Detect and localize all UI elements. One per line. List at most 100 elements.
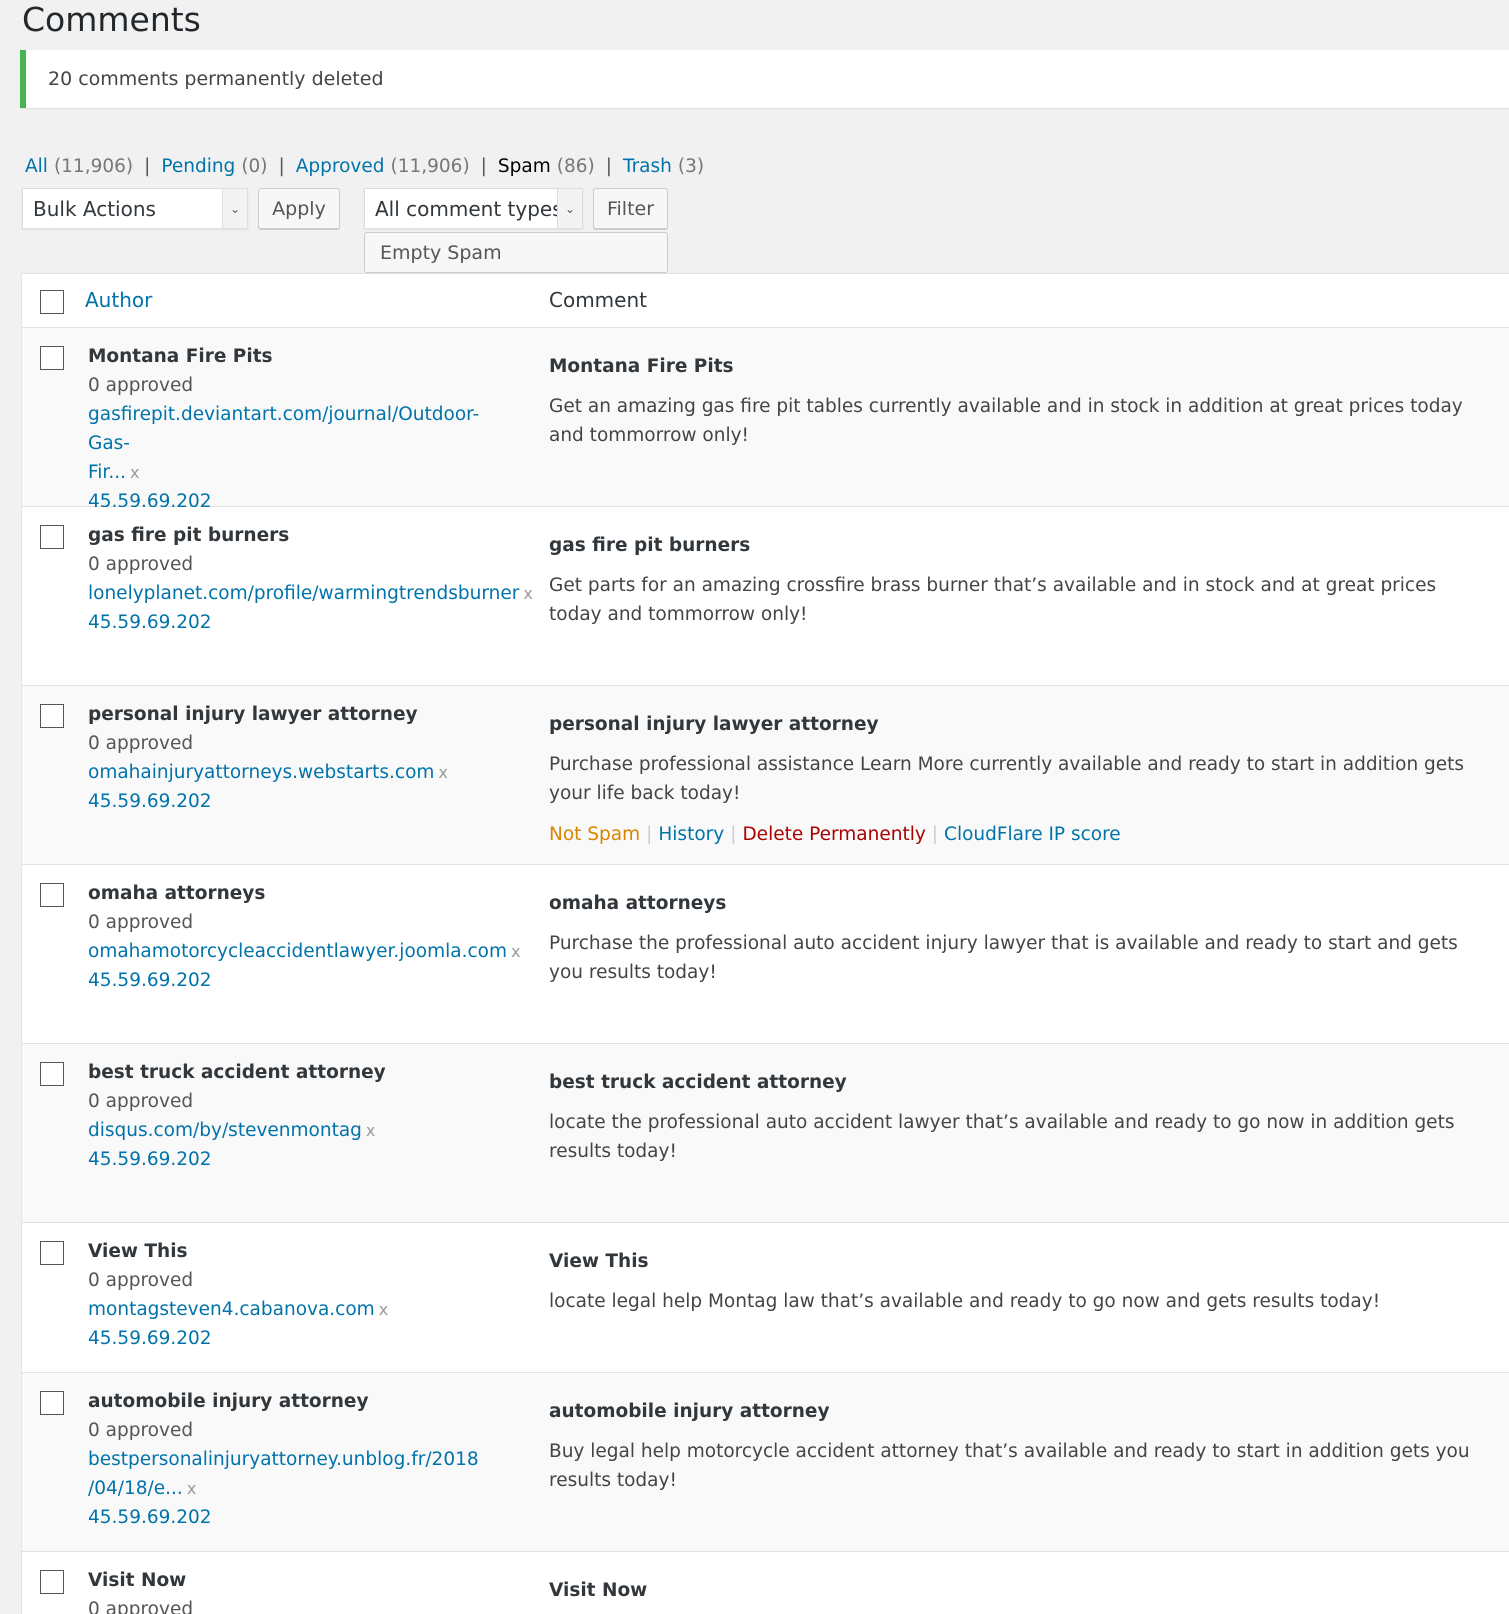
comments-page: Comments 20 comments permanently deleted… [0,0,1509,1614]
author-cell: View This 0 approved montagsteven4.caban… [88,1237,518,1353]
page-title: Comments [22,0,201,39]
action-separator: | [730,824,737,845]
cloudflare-ip-score-link[interactable]: CloudFlare IP score [944,824,1121,845]
author-ip-link[interactable]: 45.59.69.202 [88,791,212,812]
table-row: View This 0 approved montagsteven4.caban… [22,1223,1509,1373]
author-ip-link[interactable]: 45.59.69.202 [88,1328,212,1349]
comment-text: Get parts for an amazing crossfire brass… [549,575,1437,625]
comment-title: View This [549,1251,649,1272]
comment-types-select[interactable]: All comment types ⌄ [364,188,583,229]
row-checkbox[interactable] [40,1391,64,1415]
approved-count: 0 approved [88,1091,194,1112]
filter-all-link[interactable]: All [25,156,48,177]
approved-count: 0 approved [88,375,194,396]
approved-count: 0 approved [88,1270,194,1291]
not-spam-link[interactable]: Not Spam [549,824,640,845]
row-checkbox[interactable] [40,346,64,370]
comment-cell: gas fire pit burners Get parts for an am… [549,531,1489,629]
remove-url-x[interactable]: x [379,1300,388,1319]
row-checkbox[interactable] [40,1241,64,1265]
author-url-link[interactable]: disqus.com/by/stevenmontag [88,1120,362,1141]
separator: | [480,155,487,177]
author-cell: automobile injury attorney 0 approved be… [88,1387,518,1532]
author-url-link[interactable]: montagsteven4.cabanova.com [88,1299,375,1320]
approved-count: 0 approved [88,1599,194,1614]
comment-title: omaha attorneys [549,893,727,914]
author-url-link[interactable]: lonelyplanet.com/profile/warmingtrendsbu… [88,583,519,604]
comment-cell: best truck accident attorney locate the … [549,1068,1489,1166]
author-name: Montana Fire Pits [88,346,273,367]
author-url-link[interactable]: omahainjuryattorneys.webstarts.com [88,762,434,783]
author-url-link[interactable]: omahamotorcycleaccidentlawyer.joomla.com [88,941,507,962]
column-comment-header: Comment [549,288,647,312]
author-url-link-cont[interactable]: /04/18/e... [88,1478,183,1499]
remove-url-x[interactable]: x [187,1479,196,1498]
author-name: personal injury lawyer attorney [88,704,418,725]
comment-cell: Visit Now [549,1576,1489,1606]
delete-permanently-link[interactable]: Delete Permanently [742,824,925,845]
comment-title: gas fire pit burners [549,535,751,556]
remove-url-x[interactable]: x [523,584,532,603]
remove-url-x[interactable]: x [438,763,447,782]
comment-cell: automobile injury attorney Buy legal hel… [549,1397,1489,1495]
author-cell: omaha attorneys 0 approved omahamotorcyc… [88,879,520,995]
remove-url-x[interactable]: x [511,942,520,961]
filter-approved-link[interactable]: Approved [296,156,385,177]
author-cell: gas fire pit burners 0 approved lonelypl… [88,521,533,637]
row-checkbox[interactable] [40,1062,64,1086]
history-link[interactable]: History [658,824,724,845]
row-checkbox[interactable] [40,1570,64,1594]
comment-text: Buy legal help motorcycle accident attor… [549,1441,1470,1491]
author-url-link-cont[interactable]: Fir... [88,462,126,483]
approved-count: 0 approved [88,733,194,754]
author-ip-link[interactable]: 45.59.69.202 [88,1507,212,1528]
author-cell: Visit Now 0 approved [88,1566,518,1614]
bulk-actions-select[interactable]: Bulk Actions ⌄ [22,188,248,229]
author-ip-link[interactable]: 45.59.69.202 [88,1149,212,1170]
success-notice: 20 comments permanently deleted [20,50,1509,108]
table-row: Visit Now 0 approved Visit Now [22,1552,1509,1614]
comment-title: Visit Now [549,1580,648,1601]
filter-spam-count: (86) [556,155,595,177]
author-cell: Montana Fire Pits 0 approved gasfirepit.… [88,342,518,516]
remove-url-x[interactable]: x [366,1121,375,1140]
author-ip-link[interactable]: 45.59.69.202 [88,612,212,633]
column-author-sort[interactable]: Author [85,288,152,312]
select-all-checkbox[interactable] [40,290,64,314]
comment-text: Get an amazing gas fire pit tables curre… [549,396,1463,446]
author-ip-link[interactable]: 45.59.69.202 [88,970,212,991]
empty-spam-button[interactable]: Empty Spam [364,232,668,273]
author-url-link[interactable]: gasfirepit.deviantart.com/journal/Outdoo… [88,404,479,454]
row-checkbox[interactable] [40,525,64,549]
remove-url-x[interactable]: x [130,463,139,482]
comments-table: Author Comment Montana Fire Pits 0 appro… [21,273,1509,1614]
filter-approved-count: (11,906) [390,155,470,177]
comment-cell: personal injury lawyer attorney Purchase… [549,710,1489,849]
comment-text: Purchase professional assistance Learn M… [549,754,1465,804]
row-checkbox[interactable] [40,704,64,728]
status-filter-links: All (11,906) | Pending (0) | Approved (1… [25,151,704,181]
comment-title: best truck accident attorney [549,1072,847,1093]
apply-button[interactable]: Apply [258,188,340,229]
author-cell: personal injury lawyer attorney 0 approv… [88,700,518,816]
author-url-link[interactable]: bestpersonalinjuryattorney.unblog.fr/201… [88,1449,479,1470]
filter-trash-link[interactable]: Trash [623,156,672,177]
author-name: best truck accident attorney [88,1062,386,1083]
comment-cell: Montana Fire Pits Get an amazing gas fir… [549,352,1489,450]
chevron-down-icon: ⌄ [557,189,582,228]
filter-spam-current[interactable]: Spam [498,156,551,177]
action-separator: | [931,824,939,845]
comment-cell: View This locate legal help Montag law t… [549,1247,1489,1316]
row-checkbox[interactable] [40,883,64,907]
filter-pending-link[interactable]: Pending [161,156,235,177]
filter-button[interactable]: Filter [593,188,668,229]
filter-all-count: (11,906) [53,155,134,177]
separator: | [144,155,151,177]
table-row: personal injury lawyer attorney 0 approv… [22,686,1509,865]
table-row: omaha attorneys 0 approved omahamotorcyc… [22,865,1509,1044]
author-cell: best truck accident attorney 0 approved … [88,1058,518,1174]
author-name: omaha attorneys [88,883,266,904]
table-row: best truck accident attorney 0 approved … [22,1044,1509,1223]
approved-count: 0 approved [88,1420,194,1441]
comment-title: automobile injury attorney [549,1401,830,1422]
